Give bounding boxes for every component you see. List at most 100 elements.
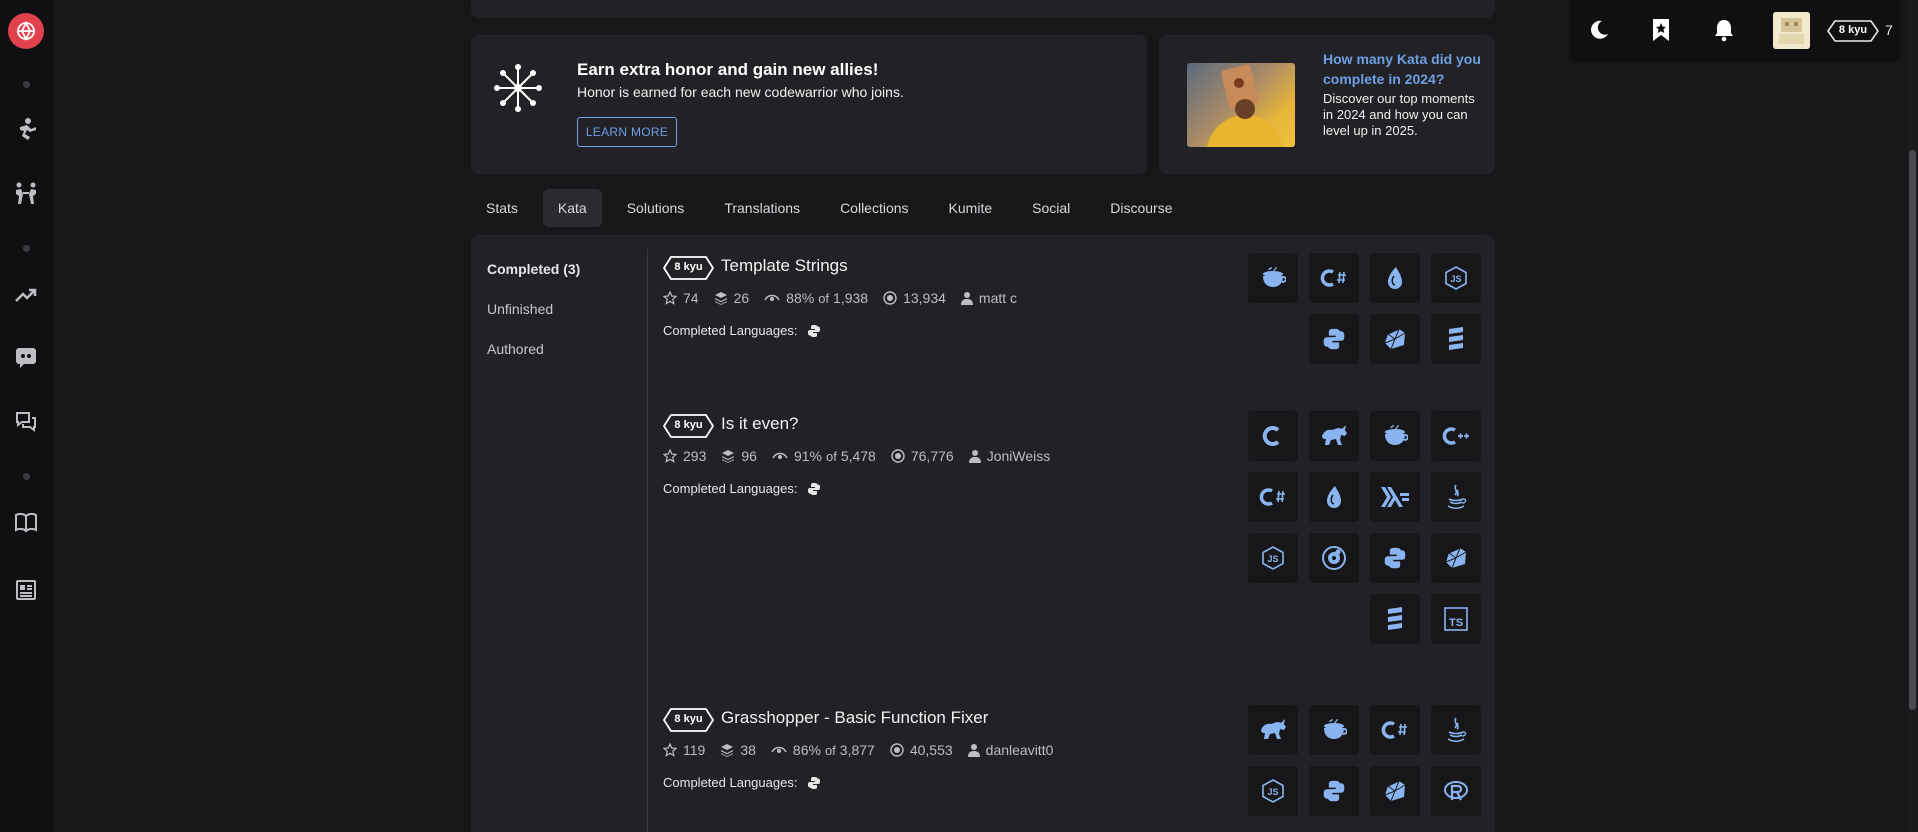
referral-banner: Earn extra honor and gain new allies! Ho… [471, 35, 1147, 174]
tab-translations[interactable]: Translations [709, 189, 815, 227]
completed-languages: Completed Languages: [663, 323, 821, 338]
kata-author[interactable]: JoniWeiss [987, 448, 1051, 464]
page-scrollbar[interactable] [1907, 0, 1918, 832]
user-rank-label: 8 kyu [1838, 24, 1868, 36]
tab-discourse[interactable]: Discourse [1095, 189, 1187, 227]
year-review-banner[interactable]: How many Kata did you complete in 2024? … [1159, 35, 1495, 174]
csharp-icon[interactable] [1309, 253, 1359, 303]
scala-icon[interactable] [1370, 594, 1420, 644]
kata-author[interactable]: matt c [979, 290, 1017, 306]
kata-stats: 74 26 88% of 1,938 13,934 matt c [663, 289, 1032, 307]
c-icon[interactable] [1248, 411, 1298, 461]
javascript-icon[interactable]: JS [1248, 766, 1298, 816]
svg-text:JS: JS [1450, 274, 1461, 284]
kata-collections: 26 [733, 290, 750, 306]
kata-completions: 13,934 [903, 290, 946, 306]
user-icon [960, 292, 973, 305]
satisfaction-eye-icon [772, 452, 788, 459]
docs-book-icon[interactable] [12, 508, 40, 536]
layers-icon [714, 292, 727, 305]
user-icon [968, 450, 981, 463]
practice-icon[interactable] [12, 180, 40, 208]
clojure-icon[interactable] [1309, 411, 1359, 461]
kata-satisfaction: 86% [792, 742, 821, 758]
user-avatar[interactable] [1773, 12, 1810, 49]
javascript-icon[interactable]: JS [1248, 533, 1298, 583]
kata-title[interactable]: Grasshopper - Basic Function Fixer [721, 708, 988, 728]
satisfaction-eye-icon [771, 746, 787, 753]
kata-author[interactable]: danleavitt0 [986, 742, 1054, 758]
ruby-icon[interactable] [1370, 314, 1420, 364]
csharp-icon[interactable] [1370, 705, 1420, 755]
ruby-icon[interactable] [1370, 766, 1420, 816]
python-icon[interactable] [1309, 314, 1359, 364]
left-sidebar [0, 0, 53, 832]
typescript-icon[interactable]: TS [1431, 594, 1481, 644]
blog-news-icon[interactable] [12, 576, 40, 604]
subnav-completed[interactable]: Completed (3) [487, 260, 580, 300]
completions-target-icon [891, 449, 905, 463]
subnav-unfinished[interactable]: Unfinished [487, 300, 580, 340]
scala-icon[interactable] [1431, 314, 1481, 364]
haskell-icon[interactable] [1370, 472, 1420, 522]
training-icon[interactable] [12, 116, 40, 144]
java-icon[interactable] [1431, 705, 1481, 755]
tab-kumite[interactable]: Kumite [934, 189, 1008, 227]
user-rank-badge[interactable]: 8 kyu [1827, 20, 1879, 42]
referral-subtitle: Honor is earned for each new codewarrior… [577, 84, 904, 100]
tab-collections[interactable]: Collections [825, 189, 923, 227]
kata-completions: 40,553 [909, 742, 953, 758]
coffeescript-icon[interactable] [1248, 253, 1298, 303]
r-icon[interactable] [1431, 766, 1481, 816]
coffeescript-icon[interactable] [1370, 411, 1420, 461]
discord-icon[interactable] [12, 343, 40, 371]
python-icon [808, 482, 821, 495]
kata-stars: 293 [683, 448, 707, 464]
kata-of: of [818, 290, 830, 306]
julia-icon[interactable] [1309, 533, 1359, 583]
completions-target-icon [883, 291, 897, 305]
tab-kata[interactable]: Kata [542, 189, 602, 227]
javascript-icon[interactable]: JS [1431, 253, 1481, 303]
python-icon[interactable] [1309, 766, 1359, 816]
csharp-icon[interactable] [1248, 472, 1298, 522]
kata-votes: 3,877 [839, 742, 875, 758]
tab-solutions[interactable]: Solutions [612, 189, 700, 227]
subnav-authored[interactable]: Authored [487, 340, 580, 380]
kata-satisfaction: 88% [786, 290, 815, 306]
python-icon[interactable] [1370, 533, 1420, 583]
elixir-icon[interactable] [1370, 253, 1420, 303]
kata-stars: 119 [683, 742, 706, 758]
java-icon[interactable] [1431, 472, 1481, 522]
svg-text:TS: TS [1449, 617, 1463, 629]
kata-rank-label: 8 kyu [674, 713, 703, 725]
kata-of: of [825, 448, 837, 464]
kata-rank-label: 8 kyu [674, 419, 703, 431]
year-review-title[interactable]: How many Kata did you complete in 2024? [1323, 49, 1483, 89]
coffeescript-icon[interactable] [1309, 705, 1359, 755]
notifications-bell-icon[interactable] [1711, 17, 1737, 43]
tab-social[interactable]: Social [1017, 189, 1085, 227]
kata-language-grid: JS [1248, 253, 1481, 371]
kata-satisfaction: 91% [793, 448, 822, 464]
honor-count: 7 [1885, 22, 1893, 38]
layers-icon [722, 450, 735, 463]
kata-language-grid: JS TS [1248, 411, 1481, 665]
ruby-icon[interactable] [1431, 533, 1481, 583]
clojure-icon[interactable] [1248, 705, 1298, 755]
discussion-icon[interactable] [12, 408, 40, 436]
kata-title[interactable]: Is it even? [721, 414, 799, 434]
cpp-icon[interactable] [1431, 411, 1481, 461]
rail-divider-dot [23, 81, 30, 88]
bookmark-icon[interactable] [1648, 17, 1674, 43]
elixir-icon[interactable] [1309, 472, 1359, 522]
leaderboard-icon[interactable] [12, 281, 40, 309]
theme-moon-icon[interactable] [1586, 17, 1612, 43]
codewars-logo-icon[interactable] [8, 13, 44, 49]
referral-title: Earn extra honor and gain new allies! [577, 60, 879, 79]
star-icon [663, 291, 677, 305]
learn-more-button[interactable]: LEARN MORE [577, 117, 677, 147]
scrollbar-thumb[interactable] [1909, 150, 1916, 710]
kata-title[interactable]: Template Strings [721, 256, 848, 276]
tab-stats[interactable]: Stats [471, 189, 533, 227]
